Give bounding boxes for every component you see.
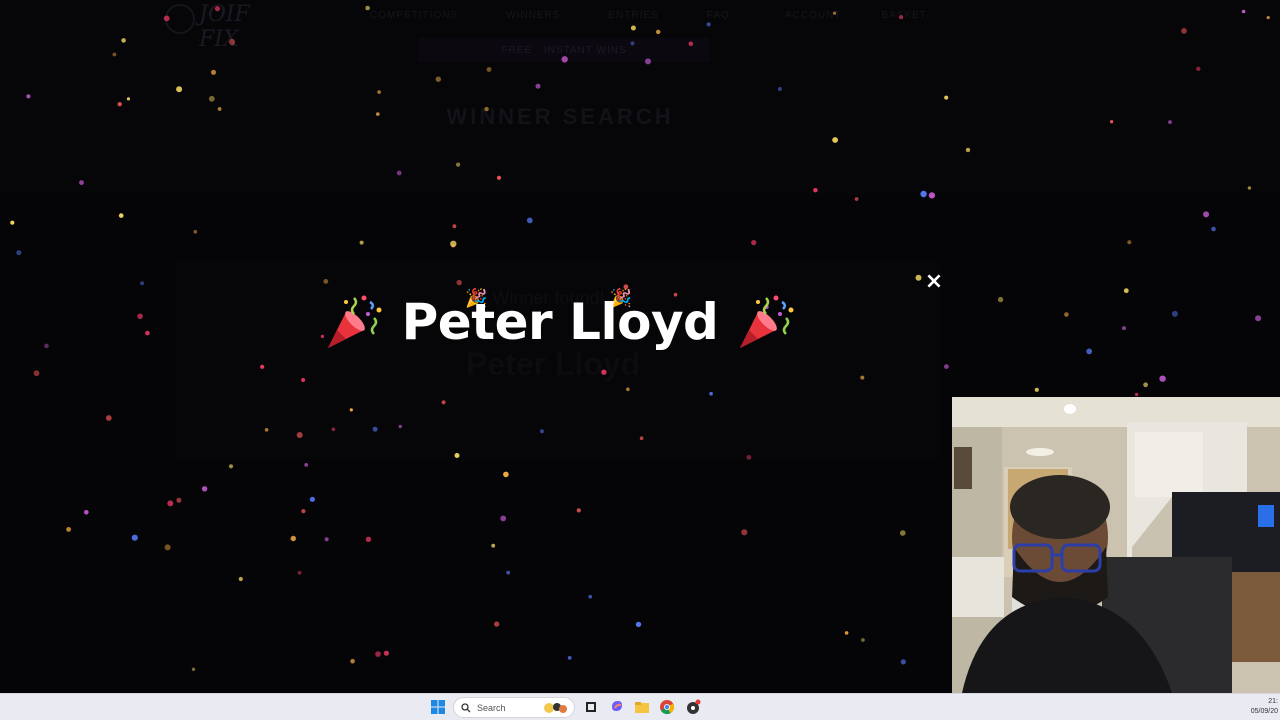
user-nav: ACCOUNT BASKET [785,10,927,21]
file-explorer-icon[interactable] [634,699,650,715]
logo-ring [165,4,195,34]
taskbar: Search 21: 05/09/20 [0,693,1280,720]
logo-text: JOIF FIX [199,2,250,52]
nav-item-winners[interactable]: WINNERS [506,10,560,21]
nav-item-entries[interactable]: ENTRIES [608,10,658,21]
site-logo[interactable]: JOIF FIX [165,2,287,52]
party-popper-icon [740,295,794,348]
nav-item-competitions[interactable]: COMPETITIONS [370,10,458,21]
nav-item-faq[interactable]: FAQ [707,10,730,21]
site-header: JOIF FIX COMPETITIONS WINNERS ENTRIES FA… [0,0,1280,195]
taskbar-search[interactable]: Search [453,697,575,718]
task-view-icon[interactable] [583,699,599,715]
system-clock[interactable]: 21: 05/09/20 [1251,697,1278,717]
page-title: WINNER SEARCH [446,104,674,129]
nav-item-account[interactable]: ACCOUNT [785,10,841,21]
webcam-feed [952,397,1280,693]
close-button[interactable]: × [924,271,944,293]
main-nav: COMPETITIONS WINNERS ENTRIES FAQ [370,10,730,21]
app-icon[interactable] [685,699,701,715]
windows-start-icon[interactable] [430,699,446,715]
search-highlight-icon [544,702,567,713]
copilot-icon[interactable] [609,699,625,715]
search-icon [461,702,471,712]
search-label: Search [477,702,506,713]
webcam-image [952,397,1280,693]
clock-time: 21: [1268,698,1278,705]
party-popper-icon [327,295,382,348]
nav-item-basket[interactable]: BASKET [881,10,926,21]
winner-reveal: Peter Lloyd [0,292,1120,352]
chrome-icon[interactable] [659,699,675,715]
clock-date: 05/09/20 [1250,708,1278,715]
promo-banner[interactable]: FREE · INSTANT WINS [418,38,710,62]
winner-name: Peter Lloyd [401,293,719,351]
